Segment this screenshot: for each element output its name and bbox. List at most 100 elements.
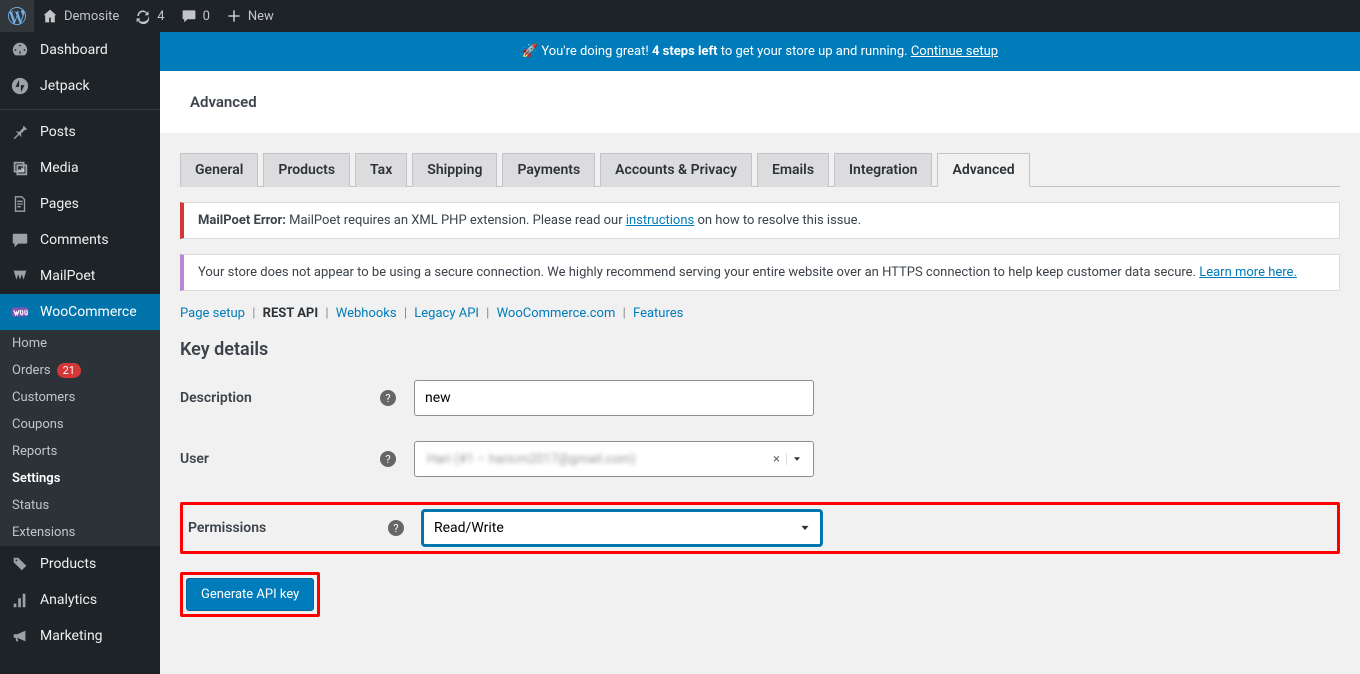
refresh-icon	[135, 8, 151, 24]
sidebar-label: Posts	[40, 124, 76, 140]
jetpack-icon	[10, 76, 30, 96]
permissions-row: Permissions ? Read/Write	[180, 502, 1340, 554]
subnav-legacy-api[interactable]: Legacy API	[414, 306, 479, 321]
advanced-subnav: Page setup | REST API | Webhooks | Legac…	[180, 306, 1340, 321]
sidebar-item-pages[interactable]: Pages	[0, 186, 160, 222]
sub-item-orders[interactable]: Orders21	[0, 357, 160, 384]
sidebar-label: Media	[40, 160, 79, 176]
tab-tax[interactable]: Tax	[355, 153, 407, 187]
dashboard-icon	[10, 40, 30, 60]
help-icon[interactable]: ?	[388, 520, 404, 536]
updates-link[interactable]: 4	[127, 0, 172, 32]
user-label: User	[180, 451, 380, 467]
sidebar-label: Comments	[40, 232, 109, 248]
description-input[interactable]	[414, 380, 814, 416]
sidebar-label: Jetpack	[40, 78, 90, 94]
description-row: Description ?	[180, 380, 1340, 416]
site-name-text: Demosite	[64, 9, 119, 24]
wp-logo[interactable]	[0, 0, 34, 32]
sidebar-item-dashboard[interactable]: Dashboard	[0, 32, 160, 68]
sub-item-home[interactable]: Home	[0, 330, 160, 357]
help-icon[interactable]: ?	[380, 390, 396, 406]
subnav-page-setup[interactable]: Page setup	[180, 306, 245, 321]
media-icon	[10, 158, 30, 178]
generate-button-highlight: Generate API key	[180, 572, 320, 617]
admin-bar: Demosite 4 0 New	[0, 0, 1360, 32]
sidebar-label: Products	[40, 556, 96, 572]
plus-icon	[226, 8, 242, 24]
comments-count: 0	[203, 9, 210, 24]
pin-icon	[10, 122, 30, 142]
https-notice: Your store does not appear to be using a…	[180, 254, 1340, 291]
help-icon[interactable]: ?	[380, 451, 396, 467]
pages-icon	[10, 194, 30, 214]
sidebar-item-analytics[interactable]: Analytics	[0, 582, 160, 618]
page-header: Advanced	[160, 71, 1360, 133]
site-name-link[interactable]: Demosite	[34, 0, 127, 32]
setup-banner: 🚀 You're doing great! 4 steps left to ge…	[160, 32, 1360, 71]
wordpress-icon	[8, 7, 26, 25]
sidebar-label: Marketing	[40, 628, 103, 644]
products-icon	[10, 554, 30, 574]
settings-tabs: General Products Tax Shipping Payments A…	[180, 153, 1340, 187]
continue-setup-link[interactable]: Continue setup	[911, 44, 998, 59]
comments-icon	[10, 230, 30, 250]
chevron-down-icon[interactable]	[786, 453, 807, 465]
woocommerce-submenu: Home Orders21 Customers Coupons Reports …	[0, 330, 160, 546]
instructions-link[interactable]: instructions	[626, 213, 694, 228]
sub-item-settings[interactable]: Settings	[0, 465, 160, 492]
tab-integration[interactable]: Integration	[834, 153, 932, 187]
description-label: Description	[180, 390, 380, 406]
user-select-value: Hari (#1 – haricm2017@gmail.com)	[421, 452, 767, 467]
sub-item-customers[interactable]: Customers	[0, 384, 160, 411]
tab-accounts[interactable]: Accounts & Privacy	[600, 153, 752, 187]
subnav-rest-api[interactable]: REST API	[263, 306, 319, 321]
subnav-webhooks[interactable]: Webhooks	[336, 306, 397, 321]
sidebar-item-media[interactable]: Media	[0, 150, 160, 186]
analytics-icon	[10, 590, 30, 610]
sidebar-item-marketing[interactable]: Marketing	[0, 618, 160, 654]
orders-badge: 21	[57, 363, 81, 378]
sidebar-label: Dashboard	[40, 42, 108, 58]
tab-products[interactable]: Products	[263, 153, 350, 187]
new-content-link[interactable]: New	[218, 0, 282, 32]
sub-item-coupons[interactable]: Coupons	[0, 411, 160, 438]
woocommerce-icon	[10, 302, 30, 322]
sidebar-item-mailpoet[interactable]: MailPoet	[0, 258, 160, 294]
tab-general[interactable]: General	[180, 153, 258, 187]
section-title: Key details	[180, 339, 1340, 360]
sidebar-item-jetpack[interactable]: Jetpack	[0, 68, 160, 104]
comments-link[interactable]: 0	[173, 0, 218, 32]
learn-more-link[interactable]: Learn more here.	[1199, 265, 1297, 280]
tab-shipping[interactable]: Shipping	[412, 153, 497, 187]
tab-advanced[interactable]: Advanced	[937, 153, 1029, 187]
sidebar-item-woocommerce[interactable]: WooCommerce	[0, 294, 160, 330]
generate-api-key-button[interactable]: Generate API key	[186, 578, 314, 611]
tab-payments[interactable]: Payments	[502, 153, 595, 187]
sidebar-label: WooCommerce	[40, 304, 137, 320]
updates-count: 4	[157, 9, 164, 24]
sub-item-extensions[interactable]: Extensions	[0, 519, 160, 546]
page-title: Advanced	[190, 93, 257, 111]
subnav-wc-com[interactable]: WooCommerce.com	[497, 306, 616, 321]
sidebar-label: Pages	[40, 196, 79, 212]
sub-item-reports[interactable]: Reports	[0, 438, 160, 465]
new-label: New	[248, 9, 274, 24]
permissions-select[interactable]: Read/Write	[422, 510, 822, 546]
mailpoet-error-notice: MailPoet Error: MailPoet requires an XML…	[180, 202, 1340, 239]
home-icon	[42, 8, 58, 24]
sub-item-status[interactable]: Status	[0, 492, 160, 519]
comment-icon	[181, 8, 197, 24]
admin-sidebar: Dashboard Jetpack Posts Media Pages Comm…	[0, 32, 160, 674]
user-select[interactable]: Hari (#1 – haricm2017@gmail.com) ×	[414, 441, 814, 477]
sidebar-item-posts[interactable]: Posts	[0, 114, 160, 150]
clear-icon[interactable]: ×	[767, 452, 786, 467]
sidebar-item-products[interactable]: Products	[0, 546, 160, 582]
permissions-label: Permissions	[188, 520, 388, 536]
mailpoet-icon	[10, 266, 30, 286]
user-row: User ? Hari (#1 – haricm2017@gmail.com) …	[180, 441, 1340, 477]
tab-emails[interactable]: Emails	[757, 153, 829, 187]
sidebar-label: Analytics	[40, 592, 97, 608]
sidebar-item-comments[interactable]: Comments	[0, 222, 160, 258]
subnav-features[interactable]: Features	[633, 306, 683, 321]
